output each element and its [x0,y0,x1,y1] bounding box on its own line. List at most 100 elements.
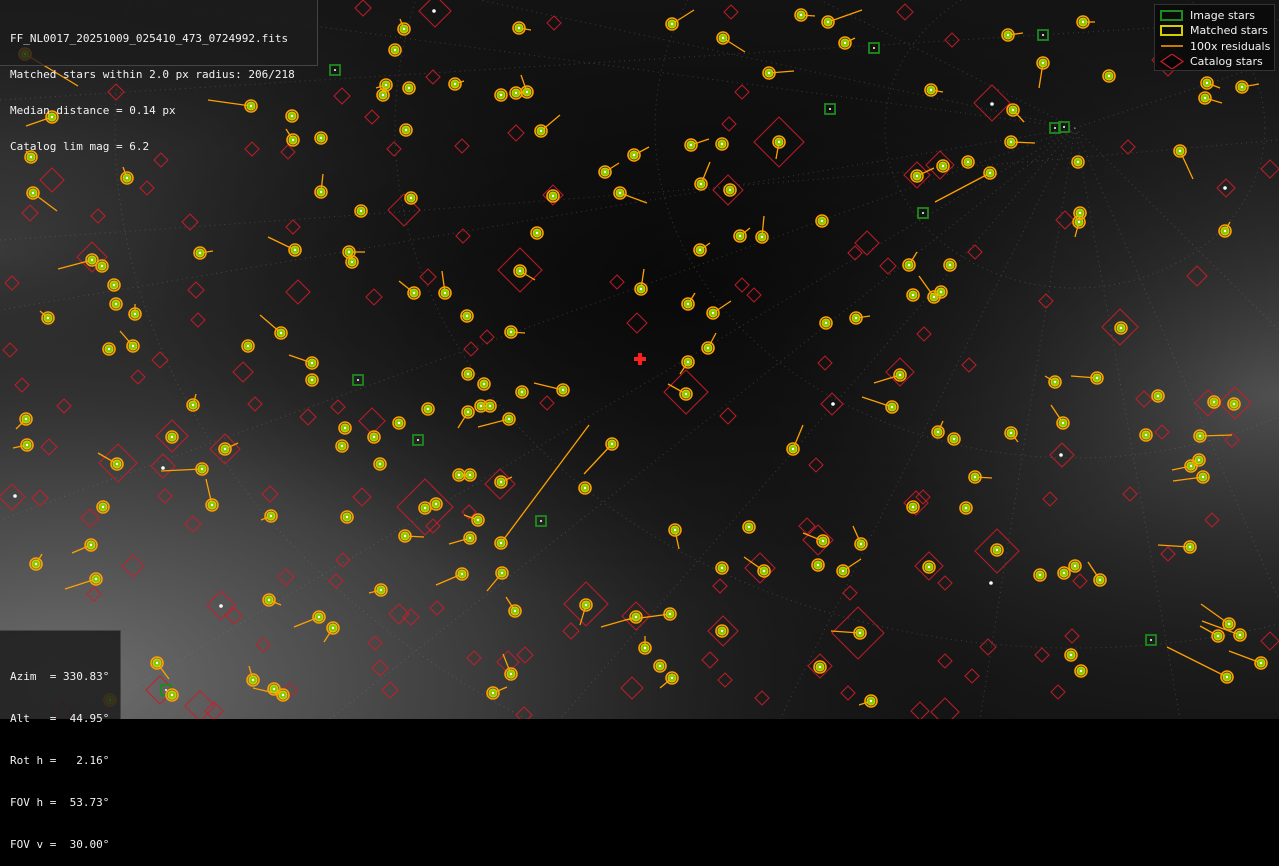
star-core [829,108,831,110]
star-core [378,462,382,466]
star-core [331,626,335,630]
star-core [350,260,354,264]
star-core [319,190,323,194]
star-core [379,588,383,592]
star-core [509,330,513,334]
star-core [170,693,174,697]
star-core [1098,578,1102,582]
star-core [269,514,273,518]
star-core [1041,61,1045,65]
star-core [1238,633,1242,637]
star-core [267,598,271,602]
star-core [198,251,202,255]
star-core [1223,229,1227,233]
green-square-icon [1160,10,1183,21]
star-core [1188,545,1192,549]
star-core [760,235,764,239]
legend-matched-stars-label: Matched stars [1190,24,1268,37]
star-core [115,462,119,466]
star-core [551,194,555,198]
star-core [409,196,413,200]
star-core [1107,74,1111,78]
star-core [24,417,28,421]
legend-catalog-stars: Catalog stars [1159,54,1275,69]
star-core [1232,402,1236,406]
star-core [854,316,858,320]
unmatched-star [831,402,835,406]
star-core [728,188,732,192]
star-core [698,248,702,252]
star-core [821,539,825,543]
star-core [898,373,902,377]
star-core [479,404,483,408]
star-core [618,191,622,195]
star-core [34,562,38,566]
star-core [155,661,159,665]
star-core [777,140,781,144]
star-core [1227,622,1231,626]
star-core [1197,458,1201,462]
star-core [465,314,469,318]
star-core [319,136,323,140]
star-core [460,572,464,576]
star-core [482,382,486,386]
orange-line-icon [1161,45,1183,47]
star-core [525,90,529,94]
star-core [686,360,690,364]
star-core [1178,149,1182,153]
star-core [1011,108,1015,112]
star-core [170,435,174,439]
fov-vertical-text: FOV v = 30.00° [10,838,110,851]
star-core [453,82,457,86]
azimuth-text: Azim = 330.83° [10,670,110,683]
star-core [995,548,999,552]
star-core [720,566,724,570]
star-core [1006,33,1010,37]
star-core [507,417,511,421]
star-core [509,672,513,676]
star-core [466,410,470,414]
star-core [670,676,674,680]
star-core [434,502,438,506]
star-core [340,444,344,448]
star-core [721,36,725,40]
star-core [133,312,137,316]
star-core [114,302,118,306]
star-core [561,388,565,392]
fov-horizontal-text: FOV h = 53.73° [10,796,110,809]
star-core [499,93,503,97]
star-core [517,26,521,30]
star-core [1009,140,1013,144]
star-core [584,603,588,607]
star-core [603,170,607,174]
star-core [873,47,875,49]
star-core [799,13,803,17]
star-core [706,346,710,350]
altitude-text: Alt = 44.95° [10,712,110,725]
star-core [689,143,693,147]
star-core [767,71,771,75]
star-core [927,565,931,569]
star-core [1062,571,1066,575]
star-core [293,248,297,252]
legend-residuals-label: 100x residuals [1190,40,1271,53]
star-core [317,615,321,619]
star-core [720,629,724,633]
star-core [246,344,250,348]
star-core [1189,464,1193,468]
legend-catalog-stars-label: Catalog stars [1190,55,1263,68]
star-core [1061,421,1065,425]
star-core [210,503,214,507]
star-core [639,287,643,291]
star-core [165,689,167,691]
star-core [762,569,766,573]
star-core [826,20,830,24]
star-core [443,291,447,295]
star-core [670,22,674,26]
star-core [131,344,135,348]
star-core [1042,34,1044,36]
star-core [632,153,636,157]
star-core [915,174,919,178]
star-core [101,505,105,509]
star-core [1201,475,1205,479]
